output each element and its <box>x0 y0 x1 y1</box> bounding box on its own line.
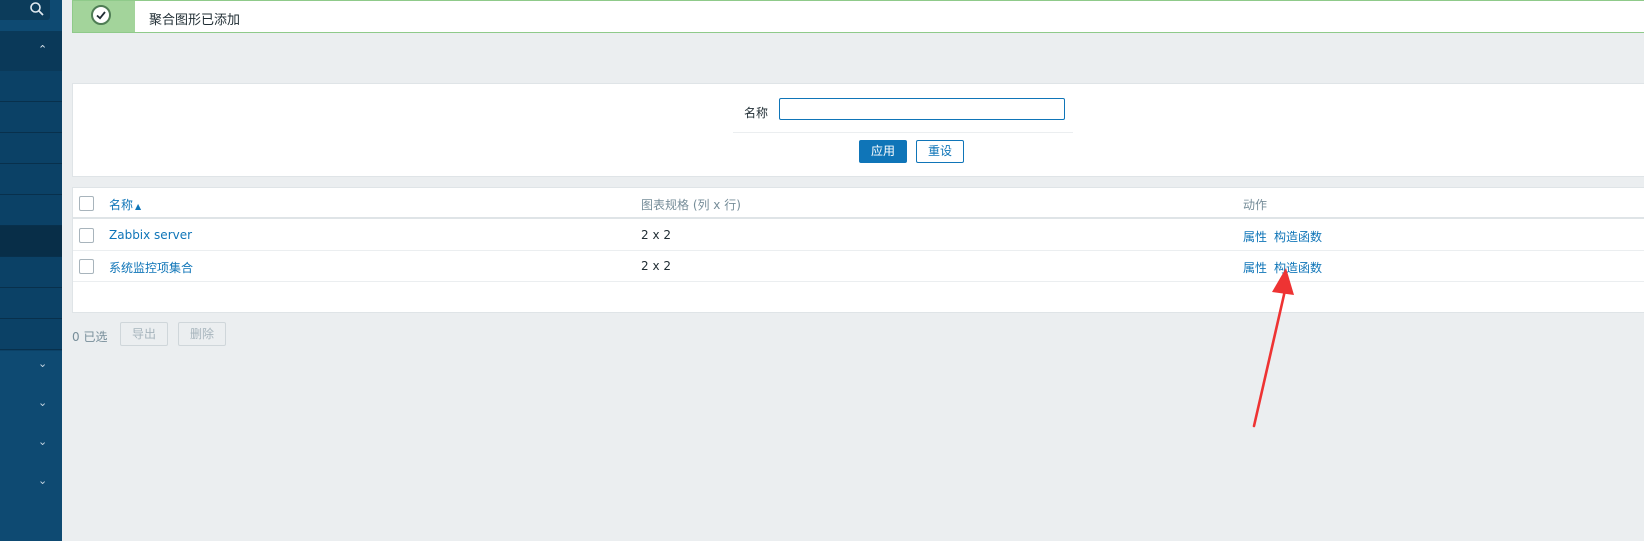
select-all-checkbox[interactable] <box>79 196 94 211</box>
name-filter-label: 名称 <box>744 106 769 120</box>
success-icon-strip <box>73 1 135 32</box>
table-header: 名称 ▲ 图表规格 (列 x 行) 动作 <box>73 188 1644 219</box>
sidebar-section-expanded[interactable]: ⌃ <box>0 31 62 71</box>
sidebar-search[interactable] <box>0 0 50 20</box>
selected-count: 0 已选 <box>72 330 108 344</box>
screen-name-link[interactable]: Zabbix server <box>109 228 192 242</box>
sidebar-submenu <box>0 71 62 351</box>
filter-panel: 名称 应用 重设 <box>72 83 1644 177</box>
sidebar-subitem[interactable] <box>0 133 62 164</box>
column-header-dimensions: 图表规格 (列 x 行) <box>641 198 741 212</box>
search-icon[interactable] <box>29 1 45 17</box>
filter-divider <box>733 132 1073 133</box>
screen-name-link[interactable]: 系统监控项集合 <box>109 259 193 276</box>
screens-table: 名称 ▲ 图表规格 (列 x 行) 动作 Zabbix server 2 x 2 … <box>72 187 1644 313</box>
sidebar-subitem[interactable] <box>0 164 62 195</box>
constructor-link[interactable]: 构造函数 <box>1274 230 1322 244</box>
table-row: 系统监控项集合 2 x 2 属性 构造函数 <box>73 251 1644 282</box>
sidebar-subitem[interactable] <box>0 102 62 133</box>
sidebar-subitem[interactable] <box>0 71 62 102</box>
success-message: 聚合图形已添加 <box>72 0 1644 33</box>
properties-link[interactable]: 属性 <box>1243 230 1267 244</box>
column-header-name[interactable]: 名称 ▲ <box>109 196 141 213</box>
sidebar: ⌃ ⌄ ⌄ ⌄ ⌄ <box>0 0 62 541</box>
sort-asc-icon: ▲ <box>135 202 142 211</box>
sidebar-subitem[interactable] <box>0 195 62 226</box>
name-filter-input[interactable] <box>779 98 1065 120</box>
chevron-up-icon[interactable]: ⌃ <box>38 43 47 56</box>
chevron-down-icon[interactable]: ⌄ <box>38 396 47 409</box>
sidebar-subitem[interactable] <box>0 288 62 319</box>
column-header-actions: 动作 <box>1243 198 1268 212</box>
chevron-down-icon[interactable]: ⌄ <box>38 435 47 448</box>
apply-button[interactable]: 应用 <box>859 140 907 163</box>
check-circle-icon <box>91 5 111 25</box>
table-row: Zabbix server 2 x 2 属性 构造函数 <box>73 220 1644 251</box>
chevron-down-icon[interactable]: ⌄ <box>38 474 47 487</box>
screen-dimensions: 2 x 2 <box>641 259 671 273</box>
sidebar-subitem[interactable] <box>0 319 62 350</box>
sidebar-subitem-active[interactable] <box>0 226 62 257</box>
chevron-down-icon[interactable]: ⌄ <box>38 357 47 370</box>
reset-button[interactable]: 重设 <box>916 140 964 163</box>
delete-button[interactable]: 删除 <box>178 322 226 346</box>
sidebar-subitem[interactable] <box>0 257 62 288</box>
annotation-arrow-icon <box>1252 268 1294 428</box>
row-checkbox[interactable] <box>79 259 94 274</box>
screen-dimensions: 2 x 2 <box>641 228 671 242</box>
export-button[interactable]: 导出 <box>120 322 168 346</box>
success-message-text: 聚合图形已添加 <box>149 13 241 28</box>
row-checkbox[interactable] <box>79 228 94 243</box>
